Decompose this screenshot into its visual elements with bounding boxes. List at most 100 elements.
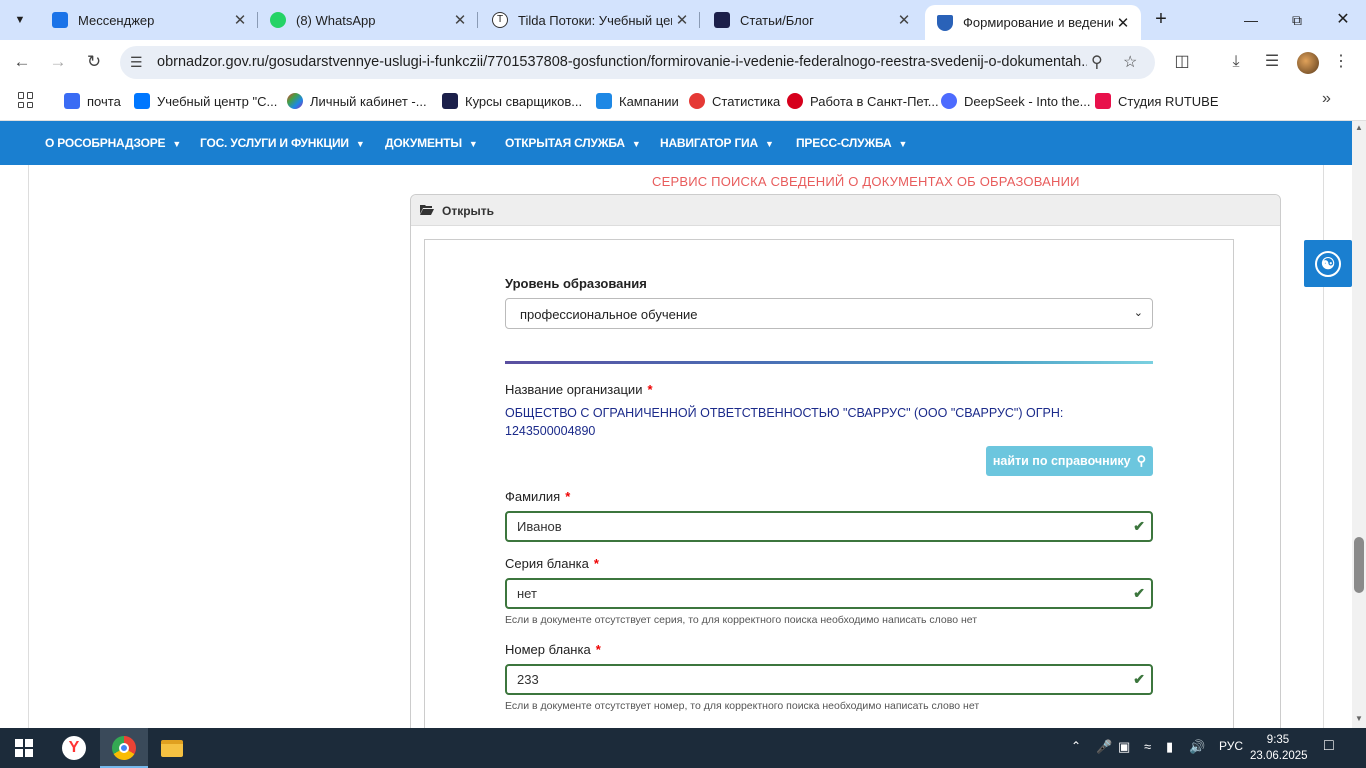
required-mark: *	[565, 489, 571, 504]
tilda-icon: T	[492, 12, 508, 28]
number-input[interactable]: 233 ✔	[505, 664, 1153, 695]
restore-button[interactable]: ⧉	[1282, 8, 1312, 32]
education-level-select[interactable]: профессиональное обучение ⌄	[505, 298, 1153, 329]
nav-about[interactable]: О РОСОБРНАДЗОРЕ ▼	[45, 136, 181, 150]
nav-open-service[interactable]: ОТКРЫТАЯ СЛУЖБА ▼	[505, 136, 641, 150]
required-mark: *	[593, 556, 599, 571]
surname-input[interactable]: Иванов ✔	[505, 511, 1153, 542]
bookmark-cabinet[interactable]: Личный кабинет -...	[287, 93, 427, 109]
reload-button[interactable]: ↻	[82, 50, 106, 74]
check-icon: ✔	[1133, 518, 1145, 534]
bookmark-label: Личный кабинет -...	[310, 93, 427, 109]
address-bar[interactable]: ☰ obrnadzor.gov.ru/gosudarstvennye-uslug…	[120, 46, 1155, 79]
number-label: Номер бланка *	[505, 642, 601, 657]
tab-title: Формирование и ведение	[963, 15, 1113, 30]
chevron-down-icon: ▼	[172, 139, 182, 149]
language-indicator[interactable]: РУС	[1219, 739, 1243, 753]
page-scrollbar[interactable]: ▲ ▼	[1352, 121, 1366, 728]
taskbar-explorer[interactable]	[148, 728, 196, 768]
campaigns-icon	[596, 93, 612, 109]
network-icon[interactable]: ≈	[1144, 739, 1151, 754]
bookmark-courses[interactable]: Курсы сварщиков...	[442, 93, 582, 109]
nav-label: ПРЕСС-СЛУЖБА	[796, 136, 892, 150]
security-icon[interactable]: ▣	[1118, 739, 1130, 755]
whatsapp-icon	[270, 12, 286, 28]
tab-title: Tilda Потоки: Учебный цен	[518, 12, 672, 28]
org-label: Название организации *	[505, 382, 653, 397]
taskbar-yandex[interactable]: Y	[50, 728, 98, 768]
bookmark-rutube[interactable]: Студия RUTUBE	[1095, 93, 1219, 109]
label-text: Серия бланка	[505, 556, 589, 571]
minimize-button[interactable]: —	[1236, 8, 1266, 32]
bookmark-vk[interactable]: Учебный центр "С...	[134, 93, 277, 109]
clock[interactable]: 9:35 23.06.2025	[1250, 732, 1308, 764]
nav-gia-navigator[interactable]: НАВИГАТОР ГИА ▼	[660, 136, 774, 150]
profile-avatar[interactable]	[1297, 52, 1319, 74]
scroll-down-icon[interactable]: ▼	[1355, 714, 1363, 723]
bookmark-hh[interactable]: Работа в Санкт-Пет...	[787, 93, 939, 109]
bookmark-label: Кампании	[619, 93, 679, 109]
close-icon[interactable]: ✕	[894, 11, 914, 29]
volume-icon[interactable]: 🔊	[1189, 739, 1205, 755]
tab-blog[interactable]: Статьи/Блог ✕	[702, 0, 922, 40]
nav-documents[interactable]: ДОКУМЕНТЫ ▼	[385, 136, 478, 150]
bookmark-mail[interactable]: почта	[64, 93, 121, 109]
microphone-icon[interactable]: 🎤	[1096, 739, 1112, 755]
tab-messenger[interactable]: Мессенджер ✕	[40, 0, 258, 40]
tab-separator	[477, 12, 478, 28]
close-icon[interactable]: ✕	[1113, 14, 1133, 32]
clock-time: 9:35	[1266, 734, 1290, 746]
menu-kebab-icon[interactable]: ⋮	[1329, 50, 1353, 74]
tab-separator	[699, 12, 700, 28]
accessibility-icon: ☯	[1315, 250, 1341, 277]
button-label: найти по справочнику	[992, 454, 1131, 468]
nav-services[interactable]: ГОС. УСЛУГИ И ФУНКЦИИ ▼	[200, 136, 365, 150]
search-icon: ⚲	[1136, 453, 1147, 468]
forward-button[interactable]: →	[46, 50, 70, 74]
bookmark-deepseek[interactable]: DeepSeek - Into the...	[941, 93, 1090, 109]
notifications-icon[interactable]: □	[1324, 737, 1334, 755]
accessibility-button[interactable]: ☯	[1304, 240, 1352, 287]
download-icon[interactable]: ⤓	[1224, 50, 1248, 74]
apps-grid-icon[interactable]	[18, 92, 34, 108]
close-icon[interactable]: ✕	[450, 11, 470, 29]
tab-whatsapp[interactable]: (8) WhatsApp ✕	[258, 0, 478, 40]
media-control-icon[interactable]: ☰	[1260, 50, 1284, 74]
find-in-directory-button[interactable]: найти по справочнику ⚲	[986, 446, 1153, 476]
label-text: Фамилия	[505, 489, 561, 504]
close-window-button[interactable]: ✕	[1328, 8, 1358, 32]
tab-obrnadzor[interactable]: Формирование и ведение ✕	[925, 5, 1141, 40]
close-icon[interactable]: ✕	[230, 11, 250, 29]
battery-icon[interactable]: ▮	[1166, 739, 1173, 755]
stats-icon	[689, 93, 705, 109]
start-button[interactable]	[0, 728, 48, 768]
windows-icon	[15, 739, 33, 757]
back-button[interactable]: ←	[10, 50, 34, 74]
tab-tilda[interactable]: T Tilda Потоки: Учебный цен ✕	[480, 0, 700, 40]
bookmark-star-icon[interactable]: ☆	[1123, 52, 1137, 72]
taskbar-chrome[interactable]	[100, 728, 148, 768]
chevron-right-icon[interactable]: »	[1322, 90, 1331, 108]
tab-title: (8) WhatsApp	[296, 12, 376, 28]
chevron-down-icon: ▼	[764, 139, 774, 149]
tab-search-menu[interactable]: ▼	[6, 6, 34, 34]
close-icon[interactable]: ✕	[672, 11, 692, 29]
scroll-up-icon[interactable]: ▲	[1355, 123, 1363, 132]
url-text[interactable]: obrnadzor.gov.ru/gosudarstvennye-uslugi-…	[157, 54, 1087, 70]
input-value: 233	[517, 672, 539, 687]
zoom-search-icon[interactable]: ⚲	[1091, 52, 1103, 72]
select-value: профессиональное обучение	[520, 307, 698, 322]
series-input[interactable]: нет ✔	[505, 578, 1153, 609]
bookmark-campaigns[interactable]: Кампании	[596, 93, 679, 109]
tray-overflow-icon[interactable]: ⌃	[1071, 739, 1081, 753]
scroll-thumb[interactable]	[1354, 537, 1364, 593]
bookmark-label: DeepSeek - Into the...	[964, 93, 1091, 109]
site-info-icon[interactable]: ☰	[130, 54, 143, 71]
extensions-icon[interactable]: ◫	[1170, 50, 1194, 74]
nav-press[interactable]: ПРЕСС-СЛУЖБА ▼	[796, 136, 907, 150]
chevron-down-icon: ▼	[355, 139, 365, 149]
accordion-header[interactable]: Открыть	[411, 195, 1280, 226]
new-tab-button[interactable]: +	[1150, 8, 1172, 32]
bookmark-stats[interactable]: Статистика	[689, 93, 780, 109]
bookmark-label: Работа в Санкт-Пет...	[810, 93, 939, 109]
